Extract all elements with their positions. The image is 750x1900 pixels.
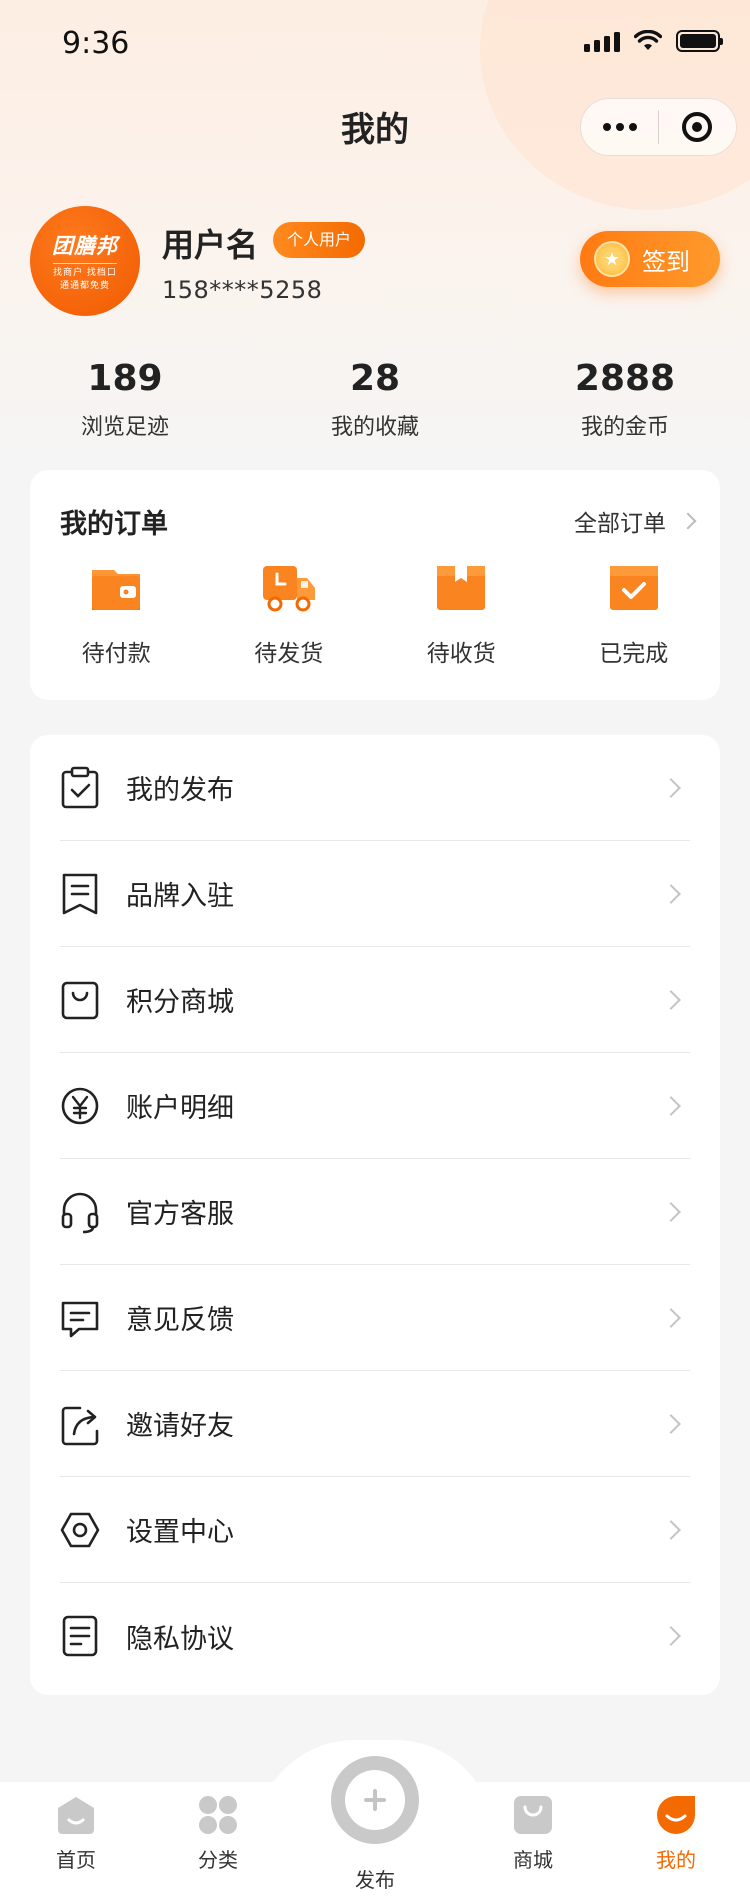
status-bar: 9:36: [0, 0, 750, 88]
plus-icon: [345, 1770, 405, 1830]
clipboard-check-icon: [61, 766, 99, 808]
menu-label: 官方客服: [126, 1199, 234, 1230]
checkin-button[interactable]: ★ 签到: [580, 231, 720, 287]
battery-icon: [676, 30, 723, 52]
order-pending-shipment[interactable]: 待发货: [203, 562, 376, 668]
wifi-icon: [634, 30, 662, 50]
order-label: 待收货: [426, 641, 496, 667]
tab-category[interactable]: 分类: [168, 1794, 268, 1873]
chevron-right-icon: [661, 1201, 681, 1222]
profile-face-icon: [657, 1796, 695, 1834]
settings-hexagon-icon: [60, 1512, 100, 1547]
menu-label: 账户明细: [126, 1093, 234, 1124]
stat-label: 我的金币: [580, 415, 669, 440]
menu-item-brand-join[interactable]: 品牌入驻: [60, 841, 690, 947]
more-icon[interactable]: [581, 123, 658, 131]
logo-text: 团膳邦: [52, 233, 118, 258]
order-pending-receipt[interactable]: 待收货: [375, 562, 548, 668]
stat-value: 28: [349, 358, 401, 399]
menu-label: 设置中心: [126, 1517, 234, 1548]
signal-icon: [584, 30, 620, 52]
stat-favorites[interactable]: 28 我的收藏: [250, 355, 500, 441]
user-phone: 158****5258: [162, 276, 323, 304]
stats-row: 189 浏览足迹 28 我的收藏 2888 我的金币: [0, 355, 750, 441]
category-icon: [199, 1796, 237, 1834]
publish-label: 发布: [355, 1868, 395, 1892]
stat-label: 浏览足迹: [80, 415, 169, 440]
chevron-right-icon: [661, 883, 681, 904]
chevron-right-icon: [661, 989, 681, 1010]
order-completed[interactable]: 已完成: [548, 562, 721, 668]
menu-label: 我的发布: [126, 775, 234, 806]
stat-value: 2888: [574, 358, 676, 399]
stat-browse-history[interactable]: 189 浏览足迹: [0, 355, 250, 441]
tab-home[interactable]: 首页: [26, 1794, 126, 1873]
menu-label: 品牌入驻: [126, 881, 234, 912]
menu-label: 意见反馈: [126, 1305, 234, 1336]
truck-icon: [262, 566, 315, 612]
receipt-icon: [62, 873, 98, 914]
share-icon: [61, 1406, 99, 1445]
avatar[interactable]: 团膳邦 找商户 找档口 通通都免费: [30, 206, 140, 316]
orders-title: 我的订单: [60, 509, 168, 540]
completed-icon: [609, 566, 658, 610]
menu-label: 积分商城: [126, 987, 234, 1018]
menu-item-customer-service[interactable]: 官方客服: [60, 1159, 690, 1265]
tab-mine[interactable]: 我的: [626, 1794, 726, 1873]
logo-divider: [53, 262, 117, 264]
order-label: 待付款: [81, 641, 151, 667]
username[interactable]: 用户名: [162, 220, 258, 266]
close-target-icon[interactable]: [659, 112, 736, 142]
stat-coins[interactable]: 2888 我的金币: [500, 355, 750, 441]
all-orders-label: 全部订单: [574, 511, 666, 537]
chevron-right-icon: [661, 1413, 681, 1434]
menu-item-settings[interactable]: 设置中心: [60, 1477, 690, 1583]
shopping-bag-icon: [61, 981, 99, 1019]
menu-label: 隐私协议: [126, 1623, 234, 1655]
menu-item-my-posts[interactable]: 我的发布: [60, 735, 690, 841]
chevron-right-icon: [661, 1519, 681, 1540]
logo-sub-1: 找商户 找档口: [53, 267, 117, 278]
chevron-right-icon: [661, 1095, 681, 1116]
menu-item-feedback[interactable]: 意见反馈: [60, 1265, 690, 1371]
all-orders-link[interactable]: 全部订单: [574, 504, 697, 538]
status-time: 9:36: [62, 26, 130, 61]
menu-item-points-mall[interactable]: 积分商城: [60, 947, 690, 1053]
chevron-right-icon: [661, 777, 681, 798]
order-label: 已完成: [599, 641, 669, 667]
menu-card: 我的发布 品牌入驻 积分商城 账户明细 官方客服 意见反馈 邀请好友 设置中心 …: [30, 735, 720, 1695]
stat-value: 189: [87, 358, 163, 399]
shop-bag-icon: [514, 1796, 552, 1834]
orders-card: 我的订单 全部订单 待付款 待发货 待收货 已完成: [30, 470, 720, 700]
stat-label: 我的收藏: [330, 415, 419, 440]
menu-item-invite-friends[interactable]: 邀请好友: [60, 1371, 690, 1477]
yuan-icon: [61, 1087, 99, 1124]
order-label: 待发货: [254, 641, 324, 667]
message-icon: [61, 1301, 99, 1337]
menu-item-privacy[interactable]: 隐私协议: [60, 1583, 690, 1689]
menu-item-account-details[interactable]: 账户明细: [60, 1053, 690, 1159]
document-icon: [62, 1615, 98, 1657]
chevron-right-icon: [679, 512, 697, 530]
headset-icon: [61, 1192, 99, 1233]
package-icon: [437, 566, 486, 610]
tab-mall[interactable]: 商城: [483, 1794, 583, 1873]
mini-program-capsule: [580, 98, 737, 156]
wallet-icon: [92, 570, 141, 610]
status-icons: [584, 30, 723, 52]
order-status-row: 待付款 待发货 待收货 已完成: [30, 562, 720, 668]
chevron-right-icon: [661, 1307, 681, 1328]
chevron-right-icon: [661, 1626, 681, 1646]
menu-label: 邀请好友: [126, 1411, 234, 1442]
publish-button[interactable]: [331, 1756, 419, 1844]
checkin-label: 签到: [642, 247, 690, 276]
user-type-badge: 个人用户: [273, 222, 366, 258]
logo-sub-2: 通通都免费: [59, 280, 110, 291]
home-icon: [58, 1797, 94, 1834]
coin-star-icon: ★: [594, 241, 630, 277]
order-pending-payment[interactable]: 待付款: [30, 562, 203, 668]
